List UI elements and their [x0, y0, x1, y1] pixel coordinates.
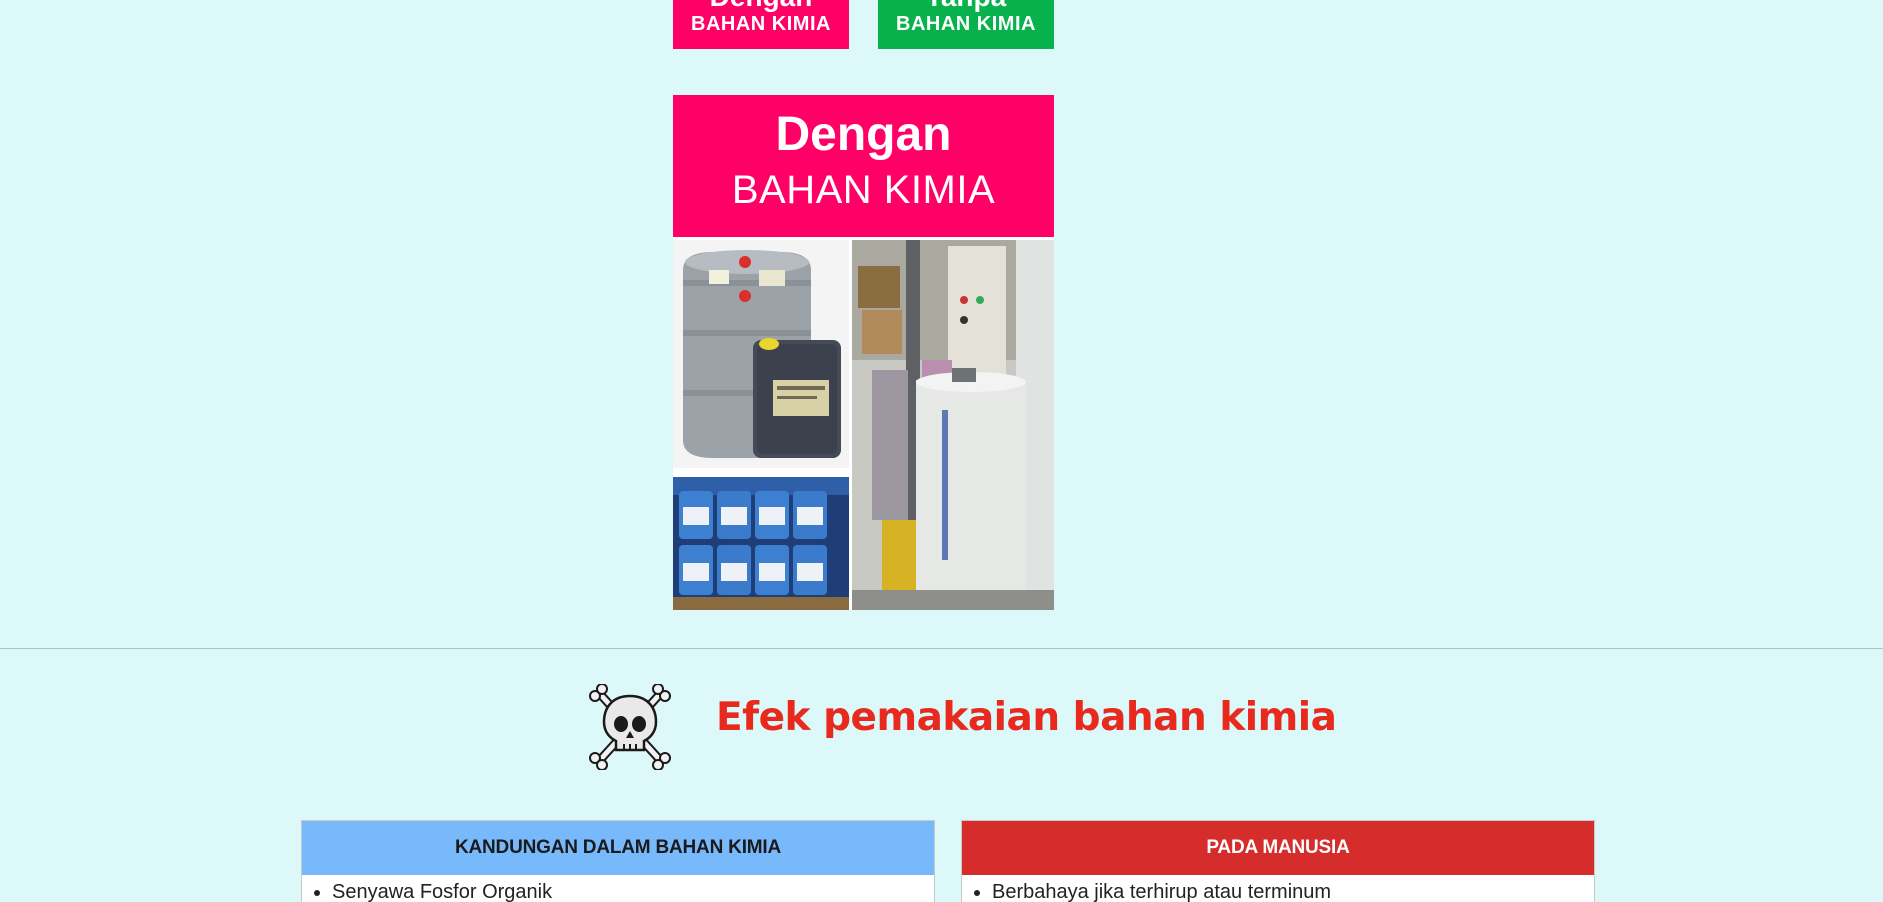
- skull-crossbones-icon: [586, 683, 674, 771]
- chemical-drums-photo: [673, 240, 849, 468]
- tanpa-bahan-kimia-button[interactable]: Tanpa BAHAN KIMIA: [878, 0, 1054, 49]
- card-list: Senyawa Fosfor Organik: [302, 877, 934, 902]
- button-line2: BAHAN KIMIA: [896, 13, 1036, 35]
- button-line1: Dengan: [673, 0, 849, 12]
- section-divider: [0, 648, 1883, 649]
- card-header: KANDUNGAN DALAM BAHAN KIMIA: [302, 821, 934, 875]
- dengan-bahan-kimia-image: Dengan BAHAN KIMIA: [673, 95, 1054, 610]
- feature-subtitle: BAHAN KIMIA: [731, 168, 996, 212]
- dosing-machine-photo: [852, 240, 1054, 610]
- dengan-bahan-kimia-button[interactable]: Dengan BAHAN KIMIA: [673, 0, 849, 49]
- pada-manusia-card: PADA MANUSIA Berbahaya jika terhirup ata…: [961, 820, 1595, 902]
- button-line1: Tanpa: [878, 0, 1054, 12]
- card-list: Berbahaya jika terhirup atau terminum: [962, 877, 1594, 902]
- list-item: Berbahaya jika terhirup atau terminum: [992, 877, 1594, 902]
- blue-jerrycans-photo: [673, 477, 849, 610]
- section-title: Efek pemakaian bahan kimia: [716, 695, 1337, 740]
- page: Dengan BAHAN KIMIA Tanpa BAHAN KIMIA Den…: [0, 0, 1883, 902]
- feature-banner: Dengan BAHAN KIMIA: [673, 95, 1054, 237]
- card-header: PADA MANUSIA: [962, 821, 1594, 875]
- kandungan-card: KANDUNGAN DALAM BAHAN KIMIA Senyawa Fosf…: [301, 820, 935, 902]
- feature-title: Dengan: [775, 108, 952, 161]
- list-item: Senyawa Fosfor Organik: [332, 877, 934, 902]
- button-line2: BAHAN KIMIA: [691, 13, 831, 35]
